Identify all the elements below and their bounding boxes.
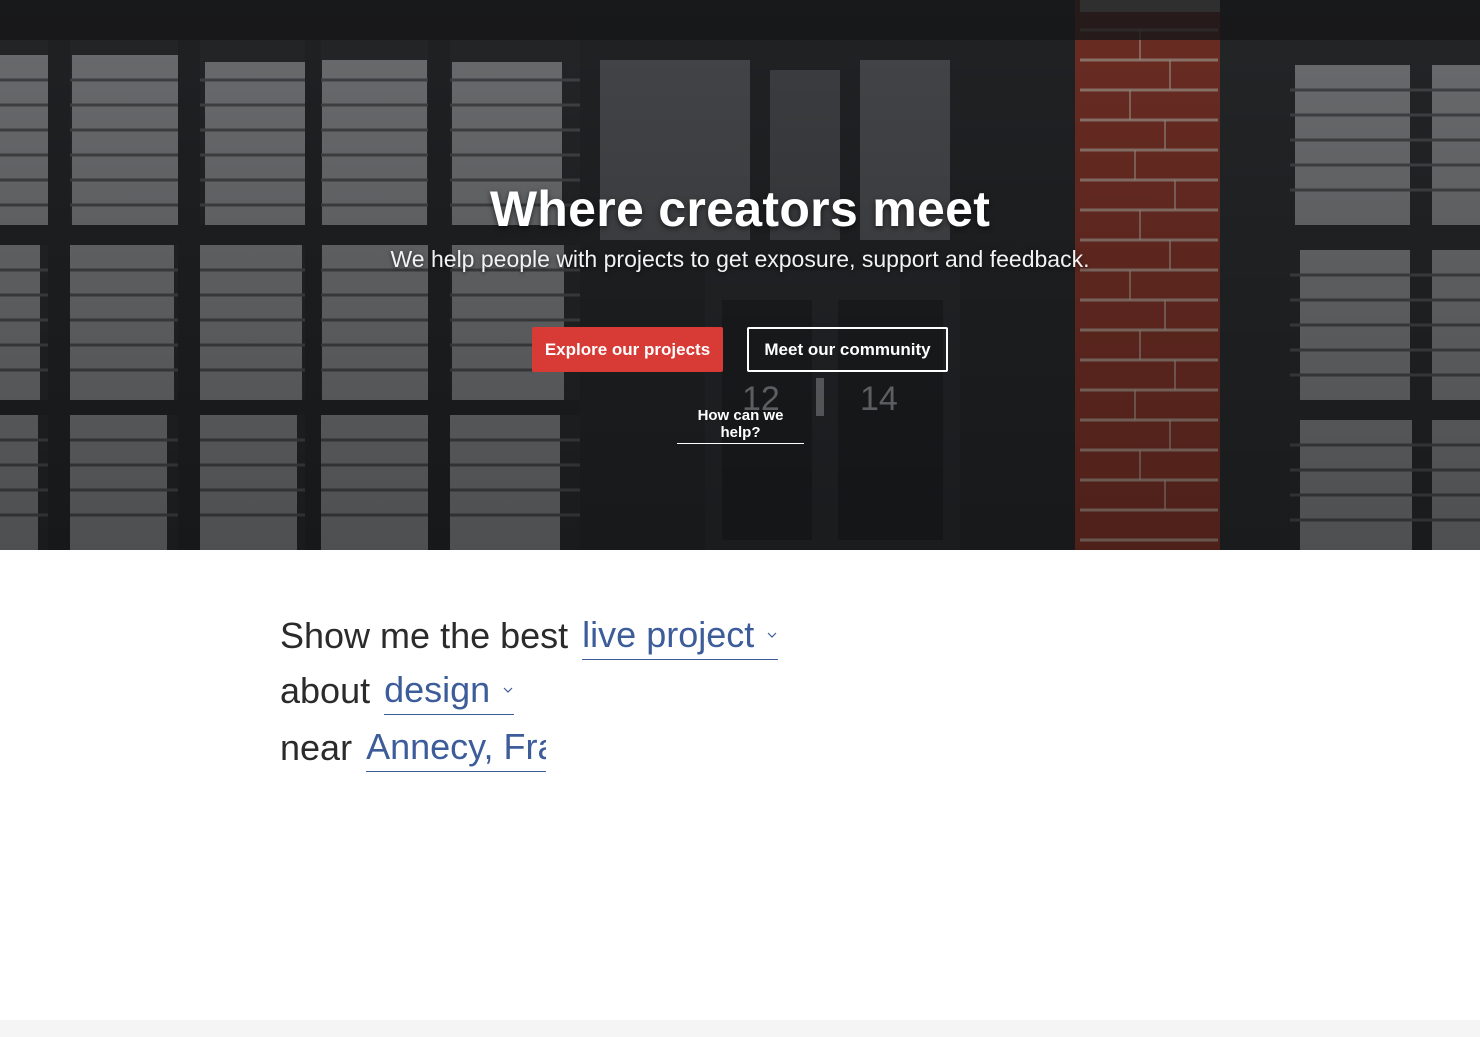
location-input[interactable] [366,722,547,772]
filter-label-show-me: Show me the best [280,615,569,656]
hero-section: 12 14 [0,0,1480,550]
meet-community-button[interactable]: Meet our community [747,327,948,372]
hero-subtitle: We help people with projects to get expo… [390,246,1090,272]
category-value: design [384,669,491,710]
hero-title: Where creators meet [489,181,991,237]
explore-projects-button[interactable]: Explore our projects [532,327,723,372]
chevron-down-icon [767,632,777,638]
hero-content: Where creators meet We help people with … [0,0,1480,550]
filter-line-project-type: Show me the best live project [280,604,779,660]
chevron-down-icon [503,687,513,693]
filter-line-location: near [280,716,547,772]
footer-strip [0,1020,1480,1037]
project-type-select[interactable]: live project [582,611,779,660]
how-can-we-help-link[interactable]: How can we help? [677,407,804,444]
category-select[interactable]: design [384,666,515,715]
filter-label-near: near [280,727,353,768]
filter-label-about: about [280,670,371,711]
filter-line-category: about design [280,659,515,715]
project-type-value: live project [582,614,755,655]
